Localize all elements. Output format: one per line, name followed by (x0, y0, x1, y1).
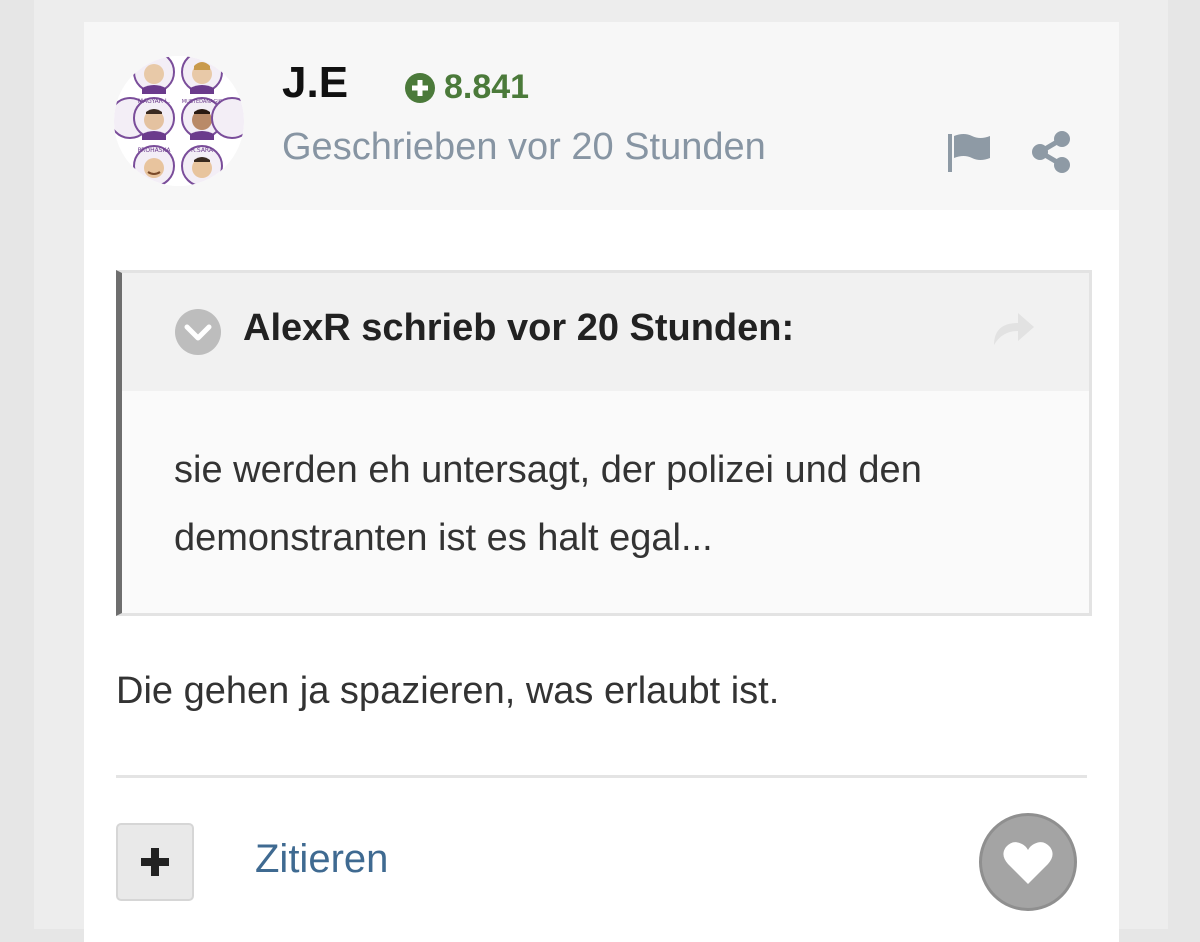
multiquote-button[interactable] (116, 823, 194, 901)
share-icon[interactable] (1030, 130, 1072, 174)
post-timestamp[interactable]: Geschrieben vor 20 Stunden (282, 126, 766, 169)
reputation-count: 8.841 (444, 68, 530, 106)
avatar-image: MAGYAR L. MUSTEDANAGIC PROHASKA R.SARA (114, 56, 244, 186)
svg-text:MAGYAR L.: MAGYAR L. (138, 98, 170, 105)
author-name[interactable]: J.E (282, 58, 348, 108)
plus-icon (141, 848, 169, 876)
plus-circle-icon (405, 72, 435, 103)
reply-arrow-icon[interactable] (990, 307, 1036, 347)
like-button[interactable] (979, 813, 1077, 911)
quote-body: sie werden eh untersagt, der polizei und… (174, 436, 1054, 572)
heart-icon (1003, 842, 1053, 884)
author-avatar[interactable]: MAGYAR L. MUSTEDANAGIC PROHASKA R.SARA (114, 56, 244, 186)
quote-button[interactable]: Zitieren (255, 837, 388, 882)
quote-header: AlexR schrieb vor 20 Stunden: (122, 273, 1089, 391)
post-card: MAGYAR L. MUSTEDANAGIC PROHASKA R.SARA J… (84, 22, 1119, 942)
reputation-badge[interactable]: 8.841 (404, 68, 529, 107)
flag-icon[interactable] (946, 132, 992, 172)
chevron-down-icon[interactable] (175, 309, 221, 355)
svg-text:PROHASKA: PROHASKA (138, 147, 172, 154)
post-header: MAGYAR L. MUSTEDANAGIC PROHASKA R.SARA J… (84, 22, 1119, 210)
quoted-post: AlexR schrieb vor 20 Stunden: sie werden… (116, 270, 1092, 616)
quote-line: demonstranten ist es halt egal... (174, 517, 713, 559)
post-content: Die gehen ja spazieren, was erlaubt ist. (116, 670, 780, 712)
svg-text:R.SARA: R.SARA (191, 147, 214, 154)
quote-line: sie werden eh untersagt, der polizei und… (174, 449, 922, 491)
divider (116, 775, 1087, 778)
quote-citation: AlexR schrieb vor 20 Stunden: (243, 307, 795, 349)
